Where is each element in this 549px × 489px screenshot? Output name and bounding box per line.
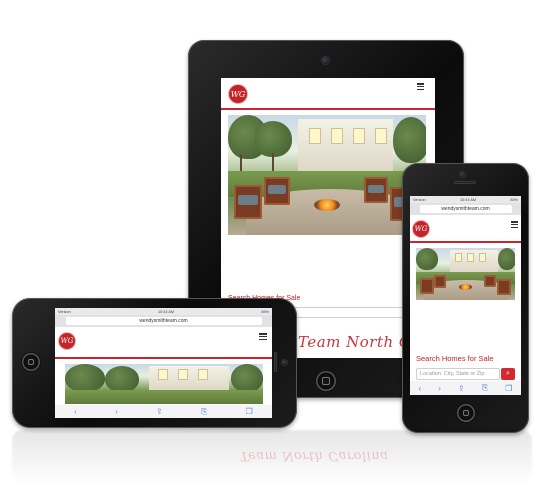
- iphone-landscape-home-button[interactable]: [22, 353, 40, 371]
- forward-icon[interactable]: ›: [115, 407, 118, 416]
- site-logo[interactable]: WG: [413, 221, 429, 237]
- site-logo[interactable]: WG: [59, 333, 75, 349]
- carrier: Verizon: [413, 197, 426, 202]
- bookmarks-icon[interactable]: ⎘: [482, 383, 488, 393]
- iphone-screen: Verizon 10:43 AM 85% wendysmithteam.com …: [410, 196, 521, 395]
- ipad-camera: [322, 57, 329, 64]
- carrier: Verizon: [58, 309, 71, 314]
- menu-icon[interactable]: [511, 221, 518, 228]
- tagline-reflection: Team North Carolina: [240, 448, 389, 463]
- share-icon[interactable]: ⇪: [156, 407, 163, 416]
- iphone-portrait-device: Verizon 10:43 AM 85% wendysmithteam.com …: [402, 163, 529, 433]
- iphone-landscape-screen: Verizon 10:43 AM 85% wendysmithteam.com …: [55, 308, 272, 418]
- url-text: wendysmithteam.com: [65, 317, 262, 325]
- clock: 10:43 AM: [158, 309, 175, 314]
- url-text: wendysmithteam.com: [419, 205, 512, 213]
- address-bar[interactable]: wendysmithteam.com: [55, 315, 272, 327]
- header-divider: [55, 357, 272, 359]
- search-button[interactable]: ⌕: [501, 368, 515, 380]
- iphone-landscape-camera: [282, 360, 287, 365]
- iphone-speaker: [454, 181, 476, 184]
- hero-photo: [228, 115, 426, 235]
- header-divider: [410, 241, 521, 243]
- iphone-landscape-device: Verizon 10:43 AM 85% wendysmithteam.com …: [12, 298, 297, 428]
- back-icon[interactable]: ‹: [419, 384, 422, 393]
- status-bar: Verizon 10:43 AM 85%: [55, 308, 272, 315]
- address-bar[interactable]: wendysmithteam.com: [410, 203, 521, 215]
- battery: 85%: [261, 309, 269, 314]
- iphone-landscape-speaker: [274, 352, 277, 372]
- site-logo[interactable]: WG: [229, 85, 247, 103]
- iphone-home-button[interactable]: [457, 404, 475, 422]
- iphone-camera: [460, 172, 465, 177]
- search-placeholder: Location: City, State or Zip: [420, 371, 485, 377]
- tabs-icon[interactable]: ❐: [246, 407, 253, 416]
- bookmarks-icon[interactable]: ⎘: [201, 407, 207, 417]
- search-title: Search Homes for Sale: [416, 354, 494, 363]
- menu-icon[interactable]: [417, 83, 424, 90]
- back-icon[interactable]: ‹: [74, 407, 77, 416]
- search-input[interactable]: Location: City, State or Zip: [416, 368, 500, 380]
- ipad-home-button[interactable]: [316, 371, 336, 391]
- hero-photo: [65, 364, 263, 404]
- header-divider: [221, 108, 435, 110]
- share-icon[interactable]: ⇪: [458, 384, 465, 393]
- search-icon: ⌕: [506, 370, 510, 377]
- browser-toolbar: ‹ › ⇪ ⎘ ❐: [410, 381, 521, 395]
- tabs-icon[interactable]: ❐: [505, 384, 512, 393]
- browser-toolbar: ‹ › ⇪ ⎘ ❐: [55, 405, 272, 418]
- battery: 85%: [510, 197, 518, 202]
- clock: 10:43 AM: [460, 197, 477, 202]
- status-bar: Verizon 10:43 AM 85%: [410, 196, 521, 203]
- menu-icon[interactable]: [259, 333, 267, 340]
- forward-icon[interactable]: ›: [438, 384, 441, 393]
- hero-photo: [416, 248, 515, 300]
